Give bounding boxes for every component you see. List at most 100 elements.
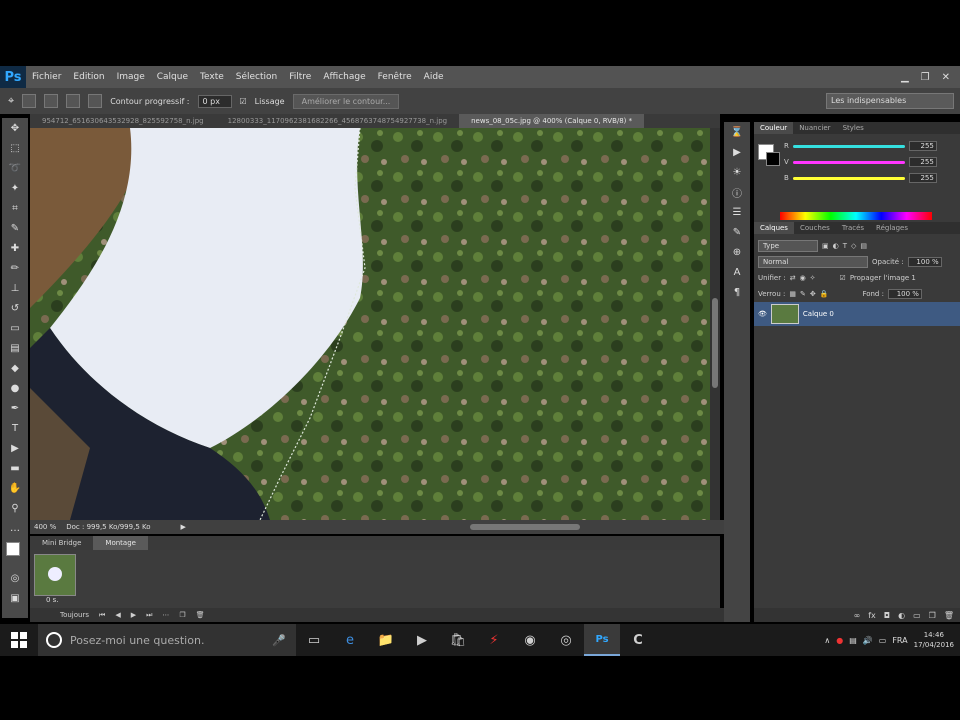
vertical-scrollbar[interactable] [710,128,720,520]
foreground-color-swatch[interactable] [6,542,20,556]
workspace-select[interactable]: Les indispensables [826,93,954,109]
menu-selection[interactable]: Sélection [230,72,283,82]
add-selection-icon[interactable] [44,94,59,108]
tab-couleur[interactable]: Couleur [754,122,794,134]
zoom-level[interactable]: 400 % [34,523,56,531]
menu-calque[interactable]: Calque [151,72,194,82]
color-swatches[interactable] [2,538,28,568]
next-frame-icon[interactable]: ⏭ [146,611,152,620]
tab-document-3[interactable]: news_08_05c.jpg @ 400% (Calque 0, RVB/8)… [459,114,645,128]
menu-filtre[interactable]: Filtre [283,72,317,82]
color-spectrum-ramp[interactable] [780,212,932,220]
previous-frame-icon[interactable]: ◀ [115,611,120,619]
play-icon[interactable]: ▶ [131,611,136,619]
volume-icon[interactable]: 🔊 [863,636,873,645]
loop-option[interactable]: Toujours [60,611,89,619]
brush-tool-icon[interactable]: ✏ [2,258,28,278]
character-panel-icon[interactable]: A [724,262,750,282]
channel-r-slider[interactable] [792,144,905,148]
unify-position-icon[interactable]: ⇄ [790,274,796,282]
menu-aide[interactable]: Aide [418,72,450,82]
info-panel-icon[interactable]: ⓘ [724,182,750,202]
color-bg-swatch[interactable] [766,152,780,166]
unify-style-icon[interactable]: ✧ [810,274,816,282]
action-center-icon[interactable]: ▭ [879,636,887,645]
filter-pixel-icon[interactable]: ▣ [822,242,829,250]
fill-input[interactable]: 100 % [887,289,922,299]
actions-panel-icon[interactable]: ▶ [724,142,750,162]
media-app-icon[interactable]: ◎ [548,624,584,656]
lasso-tool-icon[interactable]: ➰ [2,158,28,178]
type-tool-icon[interactable]: T [2,418,28,438]
antialias-checkbox-icon[interactable]: ☑ [240,97,247,106]
filter-shape-icon[interactable]: ◇ [851,242,856,250]
magic-wand-icon[interactable]: ✦ [2,178,28,198]
eraser-icon[interactable]: ▭ [2,318,28,338]
history-panel-icon[interactable]: ⌛ [724,122,750,142]
delete-frame-icon[interactable]: 🗑 [196,611,205,619]
store-icon[interactable]: 🛍 [440,624,476,656]
healing-brush-icon[interactable]: ✚ [2,238,28,258]
rectangle-tool-icon[interactable]: ▬ [2,458,28,478]
more-tools-icon[interactable]: … [2,518,28,538]
menu-edition[interactable]: Edition [67,72,110,82]
lock-all-icon[interactable]: 🔒 [820,290,829,298]
menu-fichier[interactable]: Fichier [26,72,67,82]
history-brush-icon[interactable]: ↺ [2,298,28,318]
scrollbar-thumb[interactable] [712,298,718,388]
crop-tool-icon[interactable]: ⌗ [2,198,28,218]
layer-name[interactable]: Calque 0 [803,310,834,318]
tab-nuancier[interactable]: Nuancier [793,124,836,132]
dodge-tool-icon[interactable]: ● [2,378,28,398]
propagate-checkbox-icon[interactable]: ☑ [840,274,846,282]
tab-styles[interactable]: Styles [837,124,870,132]
group-icon[interactable]: ▭ [913,611,921,620]
close-button[interactable]: ✕ [942,72,950,83]
visibility-eye-icon[interactable]: 👁 [758,310,767,318]
edge-icon[interactable]: e [332,624,368,656]
layer-style-icon[interactable]: fx [868,611,876,620]
lock-position-icon[interactable]: ✥ [810,290,816,298]
zoom-tool-icon[interactable]: ⚲ [2,498,28,518]
tab-mini-bridge[interactable]: Mini Bridge [30,539,93,547]
refine-edge-button[interactable]: Améliorer le contour... [292,93,400,109]
tween-icon[interactable]: ⋯ [162,611,169,619]
filter-smart-icon[interactable]: ▤ [860,242,867,250]
clone-source-icon[interactable]: ⊕ [724,242,750,262]
horizontal-scrollbar-thumb[interactable] [470,524,580,530]
subtract-selection-icon[interactable] [66,94,81,108]
quick-mask-icon[interactable]: ◎ [2,568,28,588]
paragraph-panel-icon[interactable]: ¶ [724,282,750,302]
marquee-tool-icon[interactable]: ⬚ [2,138,28,158]
duplicate-frame-icon[interactable]: ❐ [179,611,185,619]
chrome-icon[interactable]: ◉ [512,624,548,656]
task-view-icon[interactable]: ▭ [296,624,332,656]
path-selection-icon[interactable]: ▶ [2,438,28,458]
new-selection-icon[interactable] [22,94,37,108]
brush-panel-icon[interactable]: ✎ [724,222,750,242]
layer-row[interactable]: 👁 Calque 0 [754,302,960,326]
tab-document-1[interactable]: 954712_651630643532928_825592758_n.jpg [30,117,216,125]
tab-document-2[interactable]: 12800333_1170962381682266_45687637487549… [216,117,460,125]
tab-couches[interactable]: Couches [794,224,836,232]
channel-r-value[interactable]: 255 [908,141,937,151]
clock[interactable]: 14:46 17/04/2016 [914,630,954,650]
frame-delay[interactable]: 0 s. [46,596,59,604]
tab-traces[interactable]: Tracés [836,224,870,232]
intersect-selection-icon[interactable] [88,94,103,108]
opacity-input[interactable]: 100 % [907,257,942,267]
status-menu-arrow-icon[interactable]: ▶ [181,523,186,531]
network-icon[interactable]: ▤ [849,636,857,645]
menu-texte[interactable]: Texte [194,72,230,82]
channel-b-value[interactable]: 255 [908,173,937,183]
screen-mode-icon[interactable]: ▣ [2,588,28,608]
document-canvas[interactable] [30,128,710,520]
media-player-icon[interactable]: ▶ [404,624,440,656]
move-tool-icon[interactable]: ✥ [2,118,28,138]
delete-layer-icon[interactable]: 🗑 [944,611,954,620]
restore-button[interactable]: ❐ [921,72,930,83]
tab-reglages[interactable]: Réglages [870,224,914,232]
photoshop-taskbar-icon[interactable]: Ps [584,624,620,656]
hand-tool-icon[interactable]: ✋ [2,478,28,498]
pen-tool-icon[interactable]: ✒ [2,398,28,418]
